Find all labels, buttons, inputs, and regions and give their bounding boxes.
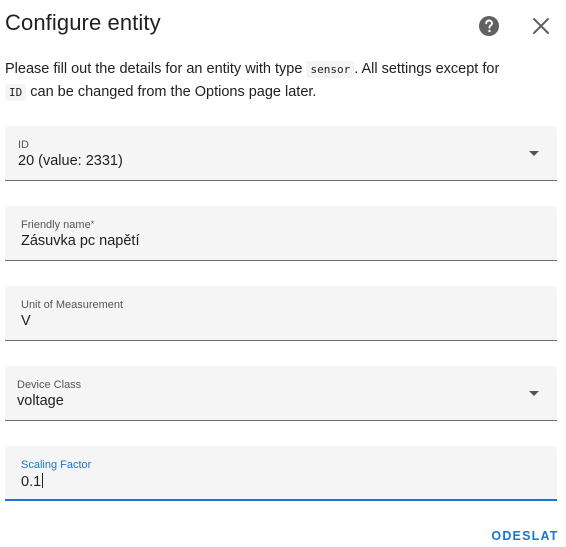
dialog-title: Configure entity (5, 10, 161, 35)
required-mark: * (90, 219, 95, 229)
scaling-factor-field[interactable]: Scaling Factor 0.1 (5, 446, 557, 501)
unit-label: Unit of Measurement (21, 299, 124, 311)
friendly-name-value: Zásuvka pc napětí (21, 233, 140, 249)
chevron-down-icon (529, 391, 539, 396)
scaling-factor-value: 0.1 (21, 474, 42, 490)
dialog-description: Please fill out the details for an entit… (5, 58, 555, 104)
id-select[interactable]: ID 20 (value: 2331) (5, 126, 557, 181)
chevron-down-icon (529, 151, 539, 156)
configure-entity-dialog: Configure entity Please fill out the det… (0, 0, 566, 547)
id-value: 20 (value: 2331) (18, 153, 123, 169)
id-label: ID (18, 139, 29, 151)
description-text-2: . All settings except for (354, 61, 500, 77)
entity-type-code: sensor (306, 61, 355, 78)
scaling-factor-value-wrap: 0.1 (21, 473, 44, 490)
scaling-factor-label: Scaling Factor (21, 459, 92, 471)
friendly-name-field[interactable]: Friendly name* Zásuvka pc napětí (5, 206, 557, 261)
friendly-name-label: Friendly name* (21, 219, 95, 231)
unit-of-measurement-field[interactable]: Unit of Measurement V (5, 286, 557, 341)
close-icon[interactable] (529, 14, 553, 38)
text-caret (42, 473, 44, 488)
submit-button[interactable]: ODESLAT (490, 524, 560, 547)
description-text-1: Please fill out the details for an entit… (5, 61, 307, 77)
device-class-value: voltage (17, 393, 64, 409)
device-class-label: Device Class (17, 379, 82, 391)
id-code: ID (5, 84, 27, 101)
unit-value: V (21, 313, 31, 329)
device-class-select[interactable]: Device Class voltage (5, 366, 557, 421)
help-icon[interactable] (477, 14, 501, 38)
description-text-3: can be changed from the Options page lat… (26, 84, 317, 100)
